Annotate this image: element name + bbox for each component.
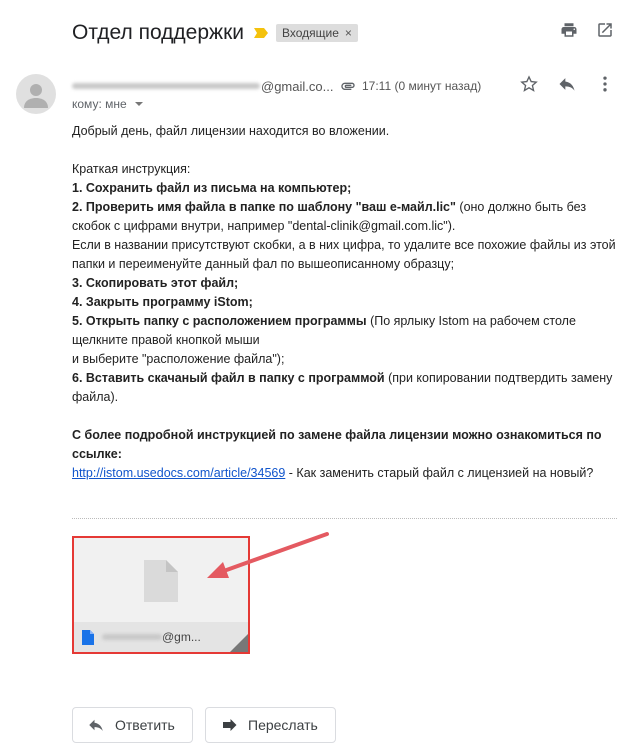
- message-actions: [519, 74, 615, 94]
- step-2: 2. Проверить имя файла в папке по шаблон…: [72, 200, 456, 214]
- label-inbox-text: Входящие: [282, 26, 339, 40]
- reply-button[interactable]: Ответить: [72, 707, 193, 743]
- recipient-line[interactable]: кому: мне: [72, 97, 143, 111]
- forward-button[interactable]: Переслать: [205, 707, 336, 743]
- page-fold-icon: [230, 634, 248, 652]
- more-options-icon[interactable]: [595, 74, 615, 94]
- sender-redacted: [72, 83, 260, 89]
- sender-email[interactable]: @gmail.co...: [261, 79, 333, 94]
- file-icon: [144, 560, 178, 602]
- instructions-intro: Краткая инструкция:: [72, 162, 191, 176]
- step-4: 4. Закрыть программу iStom;: [72, 295, 253, 309]
- attachment-icon: [341, 82, 355, 90]
- header-actions: [559, 20, 615, 40]
- person-icon: [24, 84, 48, 108]
- label-remove-button[interactable]: ×: [345, 26, 352, 40]
- reply-button-label: Ответить: [115, 717, 175, 733]
- attachment-name: @gm...: [162, 630, 201, 644]
- forward-icon: [223, 719, 237, 731]
- pointer-arrow: [207, 532, 329, 578]
- avatar[interactable]: [16, 74, 56, 114]
- reply-icon[interactable]: [557, 74, 577, 94]
- star-icon[interactable]: [519, 74, 539, 94]
- message-body: Добрый день, файл лицензии находится во …: [72, 122, 617, 483]
- document-icon: [82, 629, 94, 645]
- email-subject: Отдел поддержки: [72, 21, 244, 44]
- forward-button-label: Переслать: [248, 717, 318, 733]
- reply-icon: [89, 719, 103, 731]
- more-info-text: С более подробной инструкцией по замене …: [72, 428, 602, 461]
- link-description: - Как заменить старый файл с лицензией н…: [285, 466, 594, 480]
- importance-marker-icon[interactable]: [254, 28, 268, 38]
- chevron-down-icon[interactable]: [134, 102, 143, 106]
- sender-line: @gmail.co...: [72, 76, 333, 96]
- message-meta: 17:11 (0 минут назад): [340, 76, 481, 96]
- article-link[interactable]: http://istom.usedocs.com/article/34569: [72, 466, 285, 480]
- step-1: 1. Сохранить файл из письма на компьютер…: [72, 181, 352, 195]
- attachment-footer: @gm...: [74, 622, 248, 652]
- step-5: 5. Открыть папку с расположением програм…: [72, 314, 367, 328]
- print-icon[interactable]: [559, 20, 579, 40]
- attachments-divider: [72, 518, 617, 519]
- recipient-text: кому: мне: [72, 97, 127, 111]
- label-inbox[interactable]: Входящие ×: [276, 24, 358, 42]
- step-3: 3. Скопировать этот файл;: [72, 276, 239, 290]
- step-5-continued: и выберите "расположение файла");: [72, 352, 285, 366]
- attachment-name-redacted: [102, 634, 162, 640]
- open-in-new-window-icon[interactable]: [595, 20, 615, 40]
- message-time: 17:11 (0 минут назад): [362, 79, 482, 93]
- email-header: Отдел поддержки Входящие ×: [72, 16, 358, 50]
- step-6: 6. Вставить скачаный файл в папку с прог…: [72, 371, 385, 385]
- greeting: Добрый день, файл лицензии находится во …: [72, 124, 390, 138]
- step-2-note: Если в названии присутствуют скобки, а в…: [72, 238, 616, 271]
